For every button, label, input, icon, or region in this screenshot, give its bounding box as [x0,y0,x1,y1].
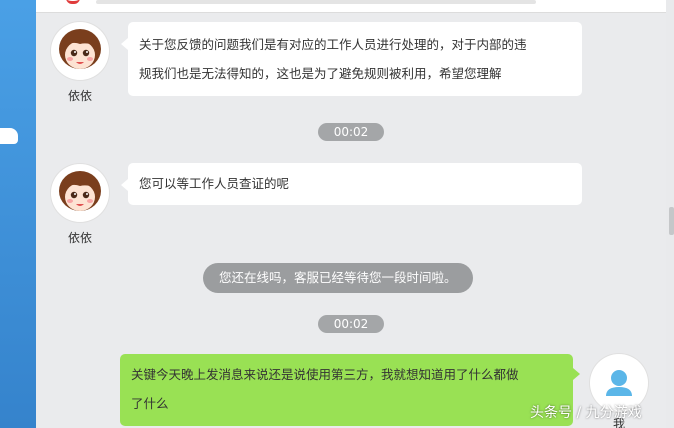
page-background-left [0,0,36,428]
agent-avatar-icon[interactable] [51,22,109,80]
agent-message-bubble: 关于您反馈的问题我们是有对应的工作人员进行处理的，对于内部的违 规我们也是无法得… [121,22,582,96]
message-line: 规我们也是无法得知的，这也是为了避免规则被利用，希望您理解 [139,66,502,81]
faded-text [96,0,536,4]
user-message-bubble: 关键今天晚上发消息来说还是说使用第三方，我就想知道用了什么都做 了什么 [120,354,580,426]
previous-message-edge [36,0,666,13]
watermark: 头条号 / 九分游戏 [530,405,642,421]
timestamp-badge: 00:02 [318,315,384,333]
message-line: 了什么 [131,396,169,411]
red-mark [66,0,80,4]
timestamp-badge: 00:02 [318,123,384,141]
chat-window: 依依 关于您反馈的问题我们是有对应的工作人员进行处理的，对于内部的违 规我们也是… [36,0,666,428]
scrollbar-handle[interactable] [669,207,674,235]
message-line: 您可以等工作人员查证的呢 [139,176,290,191]
agent-name: 依依 [67,231,92,245]
system-notice: 您还在线吗，客服已经等待您一段时间啦。 [203,263,473,293]
cloud-decoration [0,128,18,144]
message-line: 关键今天晚上发消息来说还是说使用第三方，我就想知道用了什么都做 [131,367,519,382]
agent-name: 依依 [67,89,92,103]
agent-avatar-icon[interactable] [51,164,109,222]
message-line: 关于您反馈的问题我们是有对应的工作人员进行处理的，对于内部的违 [139,37,527,52]
agent-message-bubble: 您可以等工作人员查证的呢 [121,163,582,205]
